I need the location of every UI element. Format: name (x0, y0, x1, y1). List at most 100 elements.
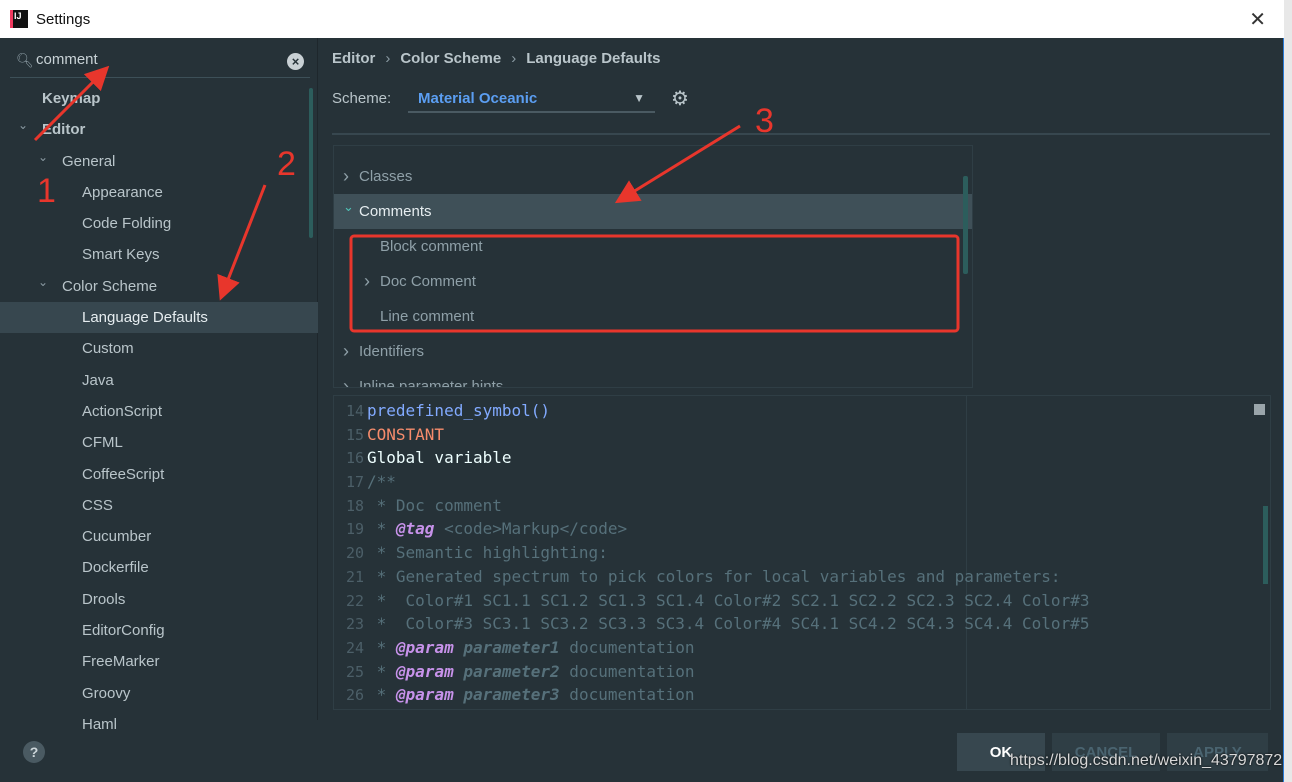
attribute-label: Block comment (380, 238, 483, 255)
chevron-down-icon[interactable]: ⌄ (38, 267, 48, 298)
tree-item[interactable]: ActionScript (0, 396, 318, 427)
preview-editor[interactable]: 14 predefined_symbol() 15 CONSTANT 16 Global … (333, 395, 1271, 710)
tree-item[interactable]: ⌄ Color Scheme (0, 271, 318, 302)
attribute-item[interactable]: › Identifiers (334, 334, 972, 369)
tree-item[interactable]: EditorConfig (0, 615, 318, 646)
attribute-item[interactable]: ⌄ Comments (334, 194, 972, 229)
scheme-label: Scheme: (332, 90, 392, 107)
line-number: 18 (345, 496, 364, 515)
annotation-number-3: 3 (755, 102, 774, 140)
gear-icon[interactable]: ⚙ (671, 86, 689, 111)
search-input[interactable] (36, 51, 276, 68)
chevron-right-icon[interactable]: › (364, 264, 370, 299)
code-token: documentation (559, 685, 695, 705)
settings-window: IJ Settings ✕ 🔍︎ × Keymap ⌄ Editor ⌄ General… (0, 0, 1284, 782)
breadcrumb: Editor › Color Scheme › Language Defaults (332, 50, 660, 67)
attribute-label: Doc Comment (380, 273, 476, 290)
attribute-item[interactable]: › Classes (334, 159, 972, 194)
code-token: parameter2 (463, 661, 560, 681)
chevron-right-icon[interactable]: › (343, 369, 349, 387)
line-number: 23 (345, 615, 364, 634)
attribute-label: Inline parameter hints (359, 378, 504, 388)
tree-item[interactable]: Language Defaults (0, 302, 318, 334)
breadcrumb-item: Editor (332, 50, 376, 67)
attribute-item[interactable]: › Doc Comment (334, 264, 972, 299)
code-token: * Color#1 SC1.1 SC1.2 SC1.3 SC1.4 Color#… (367, 590, 1090, 610)
code-token: @param (395, 661, 454, 681)
attributes-scrollbar[interactable] (963, 176, 968, 274)
scheme-select[interactable]: Material Oceanic ▼ (408, 83, 655, 113)
tree-item-label: Appearance (82, 183, 163, 201)
tree-item[interactable]: Keymap (0, 83, 318, 114)
breadcrumb-item: Color Scheme (400, 50, 502, 67)
dropdown-arrow-icon: ▼ (633, 91, 645, 105)
tree-item[interactable]: CSS (0, 490, 318, 521)
tree-item[interactable]: Dockerfile (0, 552, 318, 583)
chevron-down-icon[interactable]: ⌄ (38, 142, 48, 173)
tree-item[interactable]: FreeMarker (0, 646, 318, 677)
chevron-down-icon[interactable]: ⌄ (343, 189, 354, 224)
tree-item[interactable]: Custom (0, 333, 318, 364)
scheme-value: Material Oceanic (418, 90, 538, 107)
tree-item[interactable]: CFML (0, 427, 318, 458)
code-token: * Semantic highlighting: (367, 543, 608, 563)
line-number: 20 (345, 544, 364, 563)
tree-item-label: Groovy (82, 684, 131, 702)
tree-item-label: Drools (82, 590, 126, 608)
tree-item-label: Smart Keys (82, 246, 160, 264)
tree-item-label: CSS (82, 496, 113, 514)
clear-search-icon[interactable]: × (287, 53, 304, 70)
code-line: 23 * Color#3 SC3.1 SC3.2 SC3.3 SC3.4 Col… (334, 612, 1270, 636)
code-line: 24 * @param parameter1 documentation (334, 636, 1270, 660)
line-number: 24 (345, 638, 364, 657)
chevron-right-icon[interactable]: › (343, 334, 349, 369)
attribute-item[interactable]: Line comment (334, 299, 972, 334)
sidebar-scrollbar[interactable] (309, 88, 313, 238)
close-icon[interactable]: ✕ (1249, 7, 1266, 32)
tree-item-label: Language Defaults (82, 309, 208, 327)
tree-item-label: ActionScript (82, 402, 163, 420)
tree-item-label: Java (82, 371, 114, 389)
tree-item-label: Custom (82, 340, 134, 358)
tree-item[interactable]: Java (0, 365, 318, 396)
code-token: parameter3 (463, 685, 560, 705)
settings-content: Editor › Color Scheme › Language Defaults Sc… (319, 38, 1283, 720)
tree-item[interactable]: Drools (0, 584, 318, 615)
line-number: 26 (345, 686, 364, 705)
line-number: 25 (345, 662, 364, 681)
code-token: predefined_symbol() (367, 401, 551, 420)
code-token: @param (395, 637, 454, 657)
code-token: CONSTANT (367, 424, 445, 444)
tree-item[interactable]: Cucumber (0, 521, 318, 552)
tree-item-label: CoffeeScript (82, 465, 165, 483)
watermark: https://blog.csdn.net/weixin_43797872 (1010, 752, 1283, 769)
attribute-label: Identifiers (359, 343, 425, 360)
code-line: 26 * @param parameter3 documentation (334, 683, 1270, 707)
tree-item[interactable]: CoffeeScript (0, 459, 318, 490)
search-box: 🔍︎ × (10, 48, 310, 78)
chevron-right-icon[interactable]: › (343, 159, 349, 194)
line-number: 17 (345, 473, 364, 492)
code-line: 19 * @tag <code>Markup</code> (334, 517, 1270, 541)
tree-item[interactable]: Groovy (0, 678, 318, 709)
attribute-item[interactable]: › Inline parameter hints (334, 369, 972, 388)
chevron-down-icon[interactable]: ⌄ (18, 110, 28, 141)
code-token: * (367, 519, 396, 539)
line-number: 16 (345, 449, 364, 468)
code-line: 14 predefined_symbol() (334, 399, 1270, 423)
code-token: * Color#3 SC3.1 SC3.2 SC3.3 SC3.4 Color#… (367, 614, 1090, 634)
line-number: 15 (345, 425, 364, 444)
tree-item-label: CFML (82, 434, 123, 452)
code-line: 22 * Color#1 SC1.1 SC1.2 SC1.3 SC1.4 Col… (334, 589, 1270, 613)
attribute-item[interactable]: Block comment (334, 229, 972, 264)
divider (332, 133, 1270, 135)
code-token: <code>Markup</code> (434, 519, 628, 539)
attributes-tree: › Inline parameter hints › Identifiers Line … (333, 145, 973, 388)
help-button[interactable]: ? (23, 741, 45, 763)
tree-item[interactable]: Code Folding (0, 208, 318, 239)
code-token: * Generated spectrum to pick colors for … (367, 566, 1061, 586)
tree-item-label: FreeMarker (82, 653, 160, 671)
code-token: documentation (559, 661, 695, 681)
